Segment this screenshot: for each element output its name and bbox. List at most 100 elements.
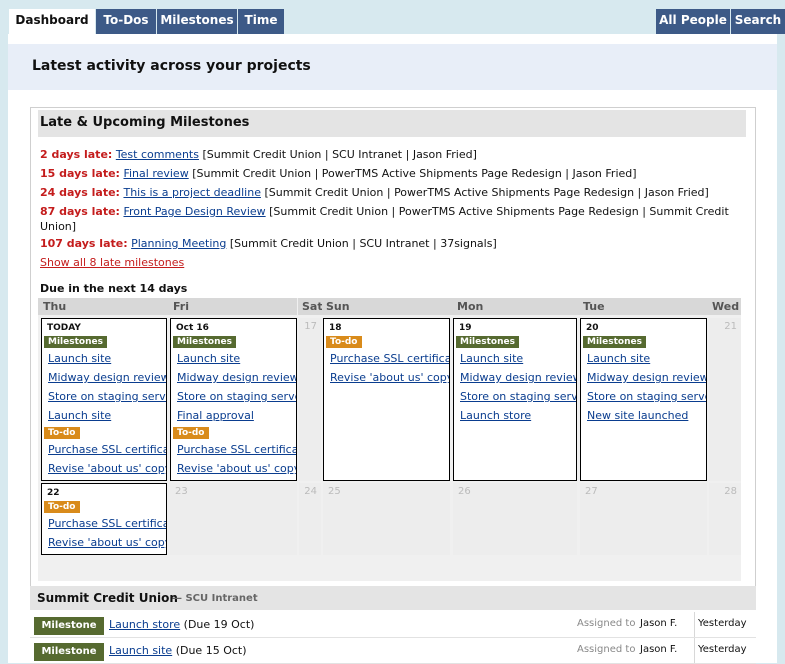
column-divider [694,612,695,637]
tab-milestones[interactable]: Milestones [157,9,237,34]
tab-time[interactable]: Time [238,9,284,34]
column-divider [694,638,695,663]
activity-due: (Due 15 Oct) [172,644,247,657]
tab-all-people[interactable]: All People [656,9,730,34]
milestones-badge: Milestones [456,336,519,348]
day-number: 26 [458,486,471,497]
day-number: 28 [724,486,737,497]
late-milestone-item: 2 days late: Test comments [Summit Credi… [40,147,730,162]
milestone-badge: Milestone [34,643,104,661]
calendar-day-19: 19 Milestones Launch site Midway design … [453,318,577,481]
milestone-link[interactable]: Midway design review [460,371,576,384]
milestone-link[interactable]: Store on staging server [48,390,166,403]
milestone-link[interactable]: Store on staging server [460,390,576,403]
top-nav: Dashboard To-Dos Milestones Time All Peo… [0,0,785,34]
todo-link[interactable]: Revise 'about us' copy [48,536,166,549]
late-milestone-link[interactable]: Planning Meeting [131,237,226,250]
late-milestone-link[interactable]: Test comments [116,148,199,161]
todo-link[interactable]: Purchase SSL certificate [177,443,296,456]
todo-link[interactable]: Purchase SSL certificate [48,517,166,530]
assignee-name: Jason F. [640,618,678,629]
todo-badge: To-do [173,427,209,439]
calendar-day-17: 17 [299,318,321,481]
milestone-link[interactable]: Launch site [460,352,523,365]
day-number: 24 [304,486,317,497]
todo-link[interactable]: Purchase SSL certificate [330,352,449,365]
day-label: Oct 16 [176,323,209,333]
todo-link[interactable]: Revise 'about us' copy [48,462,166,475]
show-all-late-link[interactable]: Show all 8 late milestones [40,256,184,269]
milestone-link[interactable]: Store on staging server [177,390,296,403]
late-milestone-item: 15 days late: Final review [Summit Credi… [40,166,730,181]
late-milestone-item: 24 days late: This is a project deadline… [40,185,730,200]
assignee-name: Jason F. [640,644,678,655]
late-milestone-link[interactable]: Front Page Design Review [123,205,265,218]
todo-badge: To-do [44,427,80,439]
calendar-day-oct16: Oct 16 Milestones Launch site Midway des… [170,318,297,481]
milestones-box-title: Late & Upcoming Milestones [40,115,250,130]
late-days: 15 days late: [40,167,120,180]
todo-link[interactable]: Revise 'about us' copy [330,371,449,384]
day-label: TODAY [47,323,81,333]
tab-search[interactable]: Search [731,9,785,34]
late-milestone-info: [Summit Credit Union | SCU Intranet | Ja… [198,148,477,161]
milestone-link[interactable]: Launch store [460,409,531,422]
tab-todos[interactable]: To-Dos [96,9,156,34]
day-header-thu: Thu [38,298,172,315]
project-name[interactable]: Summit Credit Union [37,591,178,605]
todo-badge: To-do [326,336,362,348]
late-days: 107 days late: [40,237,128,250]
milestone-link[interactable]: Launch site [48,409,111,422]
calendar-day-27: 27 [580,483,707,555]
page-header: Latest activity across your projects [8,44,777,90]
day-header-wed: Wed [708,298,741,315]
late-milestone-item: 87 days late: Front Page Design Review [… [40,204,730,234]
milestone-link[interactable]: Final approval [177,409,254,422]
milestones-badge: Milestones [583,336,646,348]
milestone-link[interactable]: Launch site [587,352,650,365]
milestones-badge: Milestones [173,336,236,348]
calendar-day-18: 18 To-do Purchase SSL certificate Revise… [323,318,450,481]
milestone-badge: Milestone [34,617,104,635]
late-milestone-link[interactable]: Final review [123,167,188,180]
milestone-link[interactable]: Store on staging server [587,390,706,403]
activity-item: Launch site (Due 15 Oct) [109,644,247,657]
day-label: 20 [586,323,599,333]
milestone-link[interactable]: Launch site [177,352,240,365]
day-number: 17 [304,321,317,332]
milestone-link[interactable]: Midway design review [177,371,296,384]
activity-date: Yesterday [698,618,747,629]
calendar-day-22: 22 To-do Purchase SSL certificate Revise… [41,483,167,555]
day-number: 23 [175,486,188,497]
milestone-link[interactable]: Midway design review [48,371,166,384]
day-header-mon: Mon [451,298,577,315]
day-number: 27 [585,486,598,497]
tab-dashboard[interactable]: Dashboard [9,9,95,34]
milestone-link[interactable]: Midway design review [587,371,706,384]
late-milestone-info: [Summit Credit Union | PowerTMS Active S… [188,167,637,180]
milestone-link[interactable]: Launch site [48,352,111,365]
main-panel: Latest activity across your projects Lat… [8,34,777,664]
todo-link[interactable]: Revise 'about us' copy [177,462,296,475]
activity-row: Milestone Launch store (Due 19 Oct) Assi… [30,612,756,638]
calendar-day-24: 24 [299,483,321,555]
late-days: 24 days late: [40,186,120,199]
late-milestone-info: [Summit Credit Union | SCU Intranet | 37… [226,237,497,250]
activity-due: (Due 19 Oct) [180,618,255,631]
activity-link[interactable]: Launch store [109,618,180,631]
calendar: Thu Fri Sat Sun Mon Tue Wed TODAY Milest… [38,298,741,581]
activity-row: Milestone Launch site (Due 15 Oct) Assig… [30,638,756,664]
day-number: 25 [328,486,341,497]
day-label: 19 [459,323,472,333]
milestone-link[interactable]: New site launched [587,409,688,422]
milestones-badge: Milestones [44,336,107,348]
todo-link[interactable]: Purchase SSL certificate [48,443,166,456]
late-milestone-link[interactable]: This is a project deadline [123,186,261,199]
due-next-14-days-heading: Due in the next 14 days [40,282,188,295]
late-upcoming-milestones-box: Late & Upcoming Milestones 2 days late: … [30,107,756,594]
activity-link[interactable]: Launch site [109,644,172,657]
assigned-label: Assigned to [577,618,636,629]
calendar-day-23: 23 [170,483,297,555]
calendar-day-25: 25 [323,483,450,555]
project-header: Summit Credit Union — SCU Intranet [30,586,756,610]
